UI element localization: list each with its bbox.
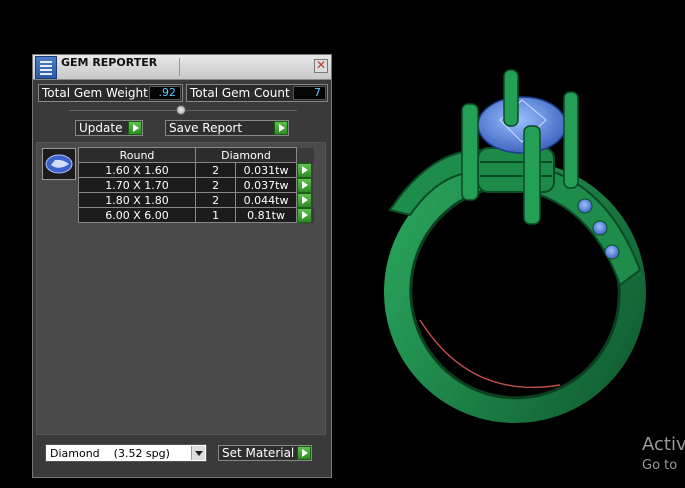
center-gem	[477, 96, 567, 154]
gem-weight: 0.031tw	[235, 162, 297, 178]
gem-count: 2	[194, 162, 237, 178]
prong	[523, 125, 541, 225]
gem-weight: 0.037tw	[235, 177, 297, 193]
play-arrow-icon[interactable]	[128, 121, 142, 135]
table-row: 6.00 X 6.00 1 0.81tw	[78, 207, 314, 223]
play-arrow-icon[interactable]	[297, 177, 312, 193]
save-report-button-label: Save Report	[169, 121, 243, 135]
gem-count: 1	[194, 207, 237, 223]
title-bar[interactable]: GEM REPORTER ✕	[33, 55, 331, 80]
gem-weight: 0.044tw	[235, 192, 297, 208]
prong	[503, 69, 519, 127]
window-title: GEM REPORTER	[61, 56, 158, 69]
material-select-value: Diamond (3.52 spg)	[50, 447, 170, 460]
prong	[461, 103, 479, 201]
set-material-button[interactable]: Set Material	[218, 445, 312, 461]
play-arrow-icon[interactable]	[274, 121, 288, 135]
side-stone	[577, 198, 593, 214]
side-stone	[604, 244, 620, 260]
gem-report-table: Round Diamond 1.60 X 1.60 2 0.031tw 1.70…	[78, 147, 314, 223]
splitter-handle[interactable]	[176, 105, 186, 115]
total-gem-count-field: Total Gem Count 7	[186, 84, 328, 102]
gem-count: 2	[194, 177, 237, 193]
setting-basket	[477, 147, 555, 193]
total-gem-count-label: Total Gem Count	[190, 86, 290, 100]
activate-windows-watermark: Activ	[642, 434, 685, 455]
total-gem-weight-field: Total Gem Weight .92	[38, 84, 183, 102]
total-gem-weight-value: .92	[149, 86, 181, 100]
chevron-down-icon[interactable]	[191, 446, 205, 460]
round-diamond-icon	[45, 154, 73, 174]
close-icon[interactable]: ✕	[314, 59, 328, 73]
gem-size: 1.60 X 1.60	[78, 162, 196, 178]
gem-size: 1.80 X 1.80	[78, 192, 196, 208]
play-arrow-icon[interactable]	[297, 446, 311, 460]
material-select[interactable]: Diamond (3.52 spg)	[45, 444, 207, 462]
gem-size: 6.00 X 6.00	[78, 207, 196, 223]
save-report-button[interactable]: Save Report	[165, 120, 289, 136]
column-header-shape: Round	[78, 147, 196, 163]
round-gem-thumbnail	[42, 148, 76, 180]
table-row: 1.60 X 1.60 2 0.031tw	[78, 162, 314, 178]
prong	[563, 91, 579, 189]
table-row: 1.70 X 1.70 2 0.037tw	[78, 177, 314, 193]
play-arrow-icon[interactable]	[297, 162, 312, 178]
table-row: 1.80 X 1.80 2 0.044tw	[78, 192, 314, 208]
play-arrow-icon[interactable]	[297, 207, 312, 223]
total-gem-count-value: 7	[293, 86, 326, 100]
gem-size: 1.70 X 1.70	[78, 177, 196, 193]
activate-windows-subtext: Go to	[642, 458, 678, 473]
gem-count: 2	[194, 192, 237, 208]
gem-weight: 0.81tw	[235, 207, 297, 223]
column-header-material: Diamond	[195, 147, 297, 163]
total-gem-weight-label: Total Gem Weight	[42, 86, 148, 100]
gem-reporter-panel: GEM REPORTER ✕ Total Gem Weight .92 Tota…	[32, 54, 332, 478]
set-material-button-label: Set Material	[222, 446, 295, 460]
update-button[interactable]: Update	[75, 120, 143, 136]
title-separator	[179, 58, 180, 76]
update-button-label: Update	[79, 121, 123, 135]
side-stone	[592, 220, 608, 236]
gem-reporter-app-icon	[35, 56, 57, 79]
play-arrow-icon[interactable]	[297, 192, 312, 208]
